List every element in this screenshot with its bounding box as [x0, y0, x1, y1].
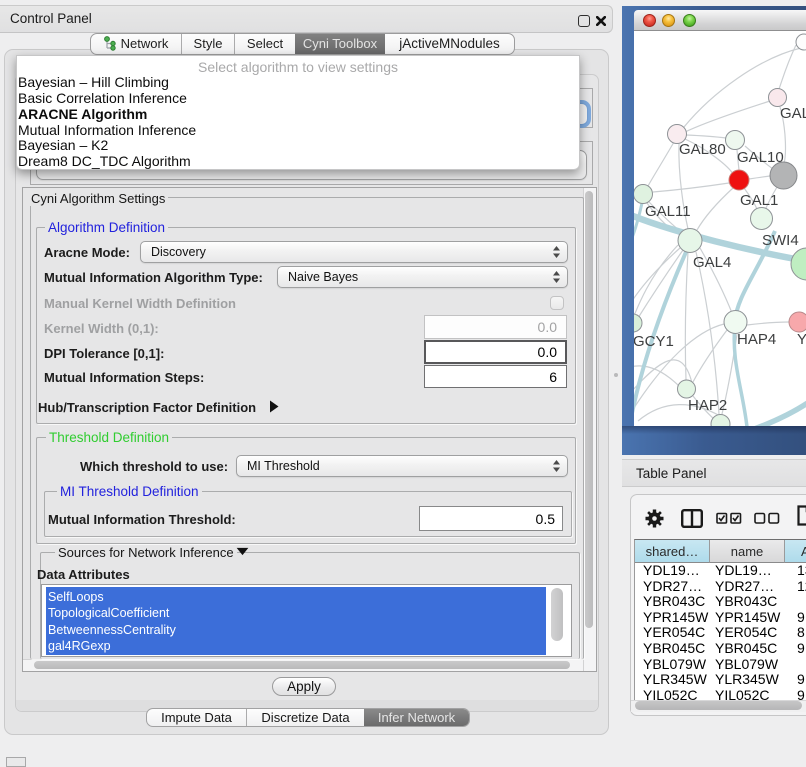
- svg-text:SWI4: SWI4: [762, 232, 799, 249]
- svg-text:GCY1: GCY1: [634, 333, 674, 350]
- svg-text:GAL4: GAL4: [693, 254, 731, 271]
- svg-text:HAP2: HAP2: [688, 397, 727, 414]
- svg-text:GAL80: GAL80: [679, 141, 726, 158]
- svg-text:GAL: GAL: [780, 105, 806, 122]
- svg-text:GAL1: GAL1: [740, 192, 778, 209]
- svg-text:GAL10: GAL10: [737, 149, 784, 166]
- svg-text:HAP4: HAP4: [737, 331, 776, 348]
- svg-text:GAL11: GAL11: [645, 203, 691, 220]
- svg-text:Y: Y: [797, 331, 806, 348]
